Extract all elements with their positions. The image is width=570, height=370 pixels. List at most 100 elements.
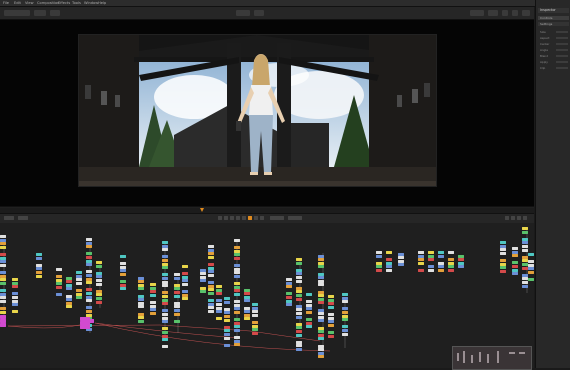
graph-node[interactable] (252, 328, 258, 332)
graph-node[interactable] (162, 259, 168, 262)
graph-node[interactable] (376, 269, 382, 272)
graph-node[interactable] (522, 245, 528, 248)
graph-node[interactable] (318, 283, 324, 287)
graph-node[interactable] (150, 301, 156, 304)
graph-node[interactable] (96, 271, 102, 275)
menu-tools[interactable]: Tools (72, 0, 81, 6)
graph-node[interactable] (522, 241, 528, 245)
graph-node[interactable] (500, 266, 506, 270)
graph-node[interactable] (0, 242, 6, 246)
graph-node[interactable] (224, 318, 230, 322)
graph-node[interactable] (428, 269, 434, 272)
graph-node[interactable] (500, 259, 506, 262)
graph-node[interactable] (208, 309, 214, 313)
graph-node[interactable] (500, 241, 506, 244)
graph-node[interactable] (448, 261, 454, 265)
graph-node[interactable] (252, 313, 258, 317)
graph-node[interactable] (162, 284, 168, 288)
graph-node[interactable] (182, 275, 188, 279)
graph-node[interactable] (428, 265, 434, 269)
graph-node[interactable] (162, 241, 168, 244)
graph-node[interactable] (162, 262, 168, 266)
graph-node[interactable] (174, 309, 180, 312)
graph-node[interactable] (318, 319, 324, 323)
play-reverse-icon[interactable] (230, 216, 234, 220)
graph-node[interactable] (138, 283, 144, 287)
graph-node[interactable] (328, 334, 334, 338)
graph-node[interactable] (318, 301, 324, 305)
graph-node[interactable] (174, 273, 180, 276)
inspector-row[interactable]: Clip (538, 66, 569, 70)
graph-node[interactable] (296, 279, 302, 283)
fit-button[interactable] (50, 10, 60, 16)
graph-node[interactable] (208, 270, 214, 274)
graph-node[interactable] (200, 272, 206, 276)
graph-node[interactable] (318, 348, 324, 352)
graph-node[interactable] (318, 351, 324, 355)
graph-node[interactable] (318, 308, 324, 312)
graph-node[interactable] (522, 248, 528, 252)
graph-node[interactable] (200, 286, 206, 290)
graph-node[interactable] (458, 258, 464, 262)
graph-node[interactable] (174, 301, 180, 305)
graph-node[interactable] (0, 296, 6, 300)
graph-node[interactable] (376, 261, 382, 265)
graph-node[interactable] (438, 265, 444, 269)
graph-node[interactable] (512, 250, 518, 254)
graph-node[interactable] (0, 263, 6, 267)
aprx-icon[interactable] (523, 216, 527, 220)
graph-node[interactable] (216, 292, 222, 296)
graph-node[interactable] (428, 251, 434, 254)
graph-node[interactable] (318, 258, 324, 262)
graph-node[interactable] (386, 269, 392, 272)
frame-field[interactable] (270, 216, 284, 220)
graph-node[interactable] (208, 288, 214, 292)
graph-node[interactable] (208, 291, 214, 295)
graph-node[interactable] (376, 254, 382, 258)
graph-node-selected[interactable] (0, 323, 6, 327)
graph-node[interactable] (174, 319, 180, 323)
graph-node[interactable] (512, 247, 518, 250)
graph-node[interactable] (234, 275, 240, 278)
graph-node[interactable] (234, 246, 240, 250)
graph-node[interactable] (376, 251, 382, 254)
graph-node[interactable] (208, 284, 214, 288)
graph-node[interactable] (12, 281, 18, 285)
playhead-icon[interactable] (200, 208, 204, 212)
graph-node[interactable] (150, 290, 156, 294)
graph-node[interactable] (234, 285, 240, 289)
graph-node[interactable] (86, 306, 92, 310)
graph-node[interactable] (76, 274, 82, 278)
graph-node[interactable] (438, 254, 444, 258)
graph-node[interactable] (86, 259, 92, 263)
graph-node[interactable] (0, 292, 6, 296)
graph-node[interactable] (120, 273, 126, 276)
graph-node[interactable] (528, 278, 534, 282)
graph-node[interactable] (66, 298, 72, 302)
graph-node[interactable] (76, 281, 82, 285)
graph-node[interactable] (342, 296, 348, 300)
graph-node[interactable] (244, 310, 250, 314)
graph-node[interactable] (252, 324, 258, 328)
inspector-row-field[interactable] (556, 61, 568, 63)
graph-node[interactable] (138, 319, 144, 323)
graph-node[interactable] (66, 305, 72, 309)
graph-node[interactable] (86, 295, 92, 299)
inspector-row-field[interactable] (556, 43, 568, 45)
graph-node[interactable] (418, 269, 424, 272)
menu-file[interactable]: File (3, 0, 9, 6)
graph-node[interactable] (500, 262, 506, 266)
graph-node[interactable] (418, 251, 424, 254)
graph-node[interactable] (162, 295, 168, 298)
graph-node[interactable] (376, 265, 382, 269)
graph-node[interactable] (150, 283, 156, 286)
graph-node[interactable] (86, 263, 92, 267)
prx-icon[interactable] (517, 216, 521, 220)
graph-node[interactable] (0, 256, 6, 260)
graph-node[interactable] (96, 293, 102, 297)
graph-node[interactable] (162, 327, 168, 331)
graph-node[interactable] (162, 309, 168, 313)
graph-node[interactable] (0, 274, 6, 278)
graph-node[interactable] (96, 264, 102, 268)
graph-node[interactable] (12, 310, 18, 314)
